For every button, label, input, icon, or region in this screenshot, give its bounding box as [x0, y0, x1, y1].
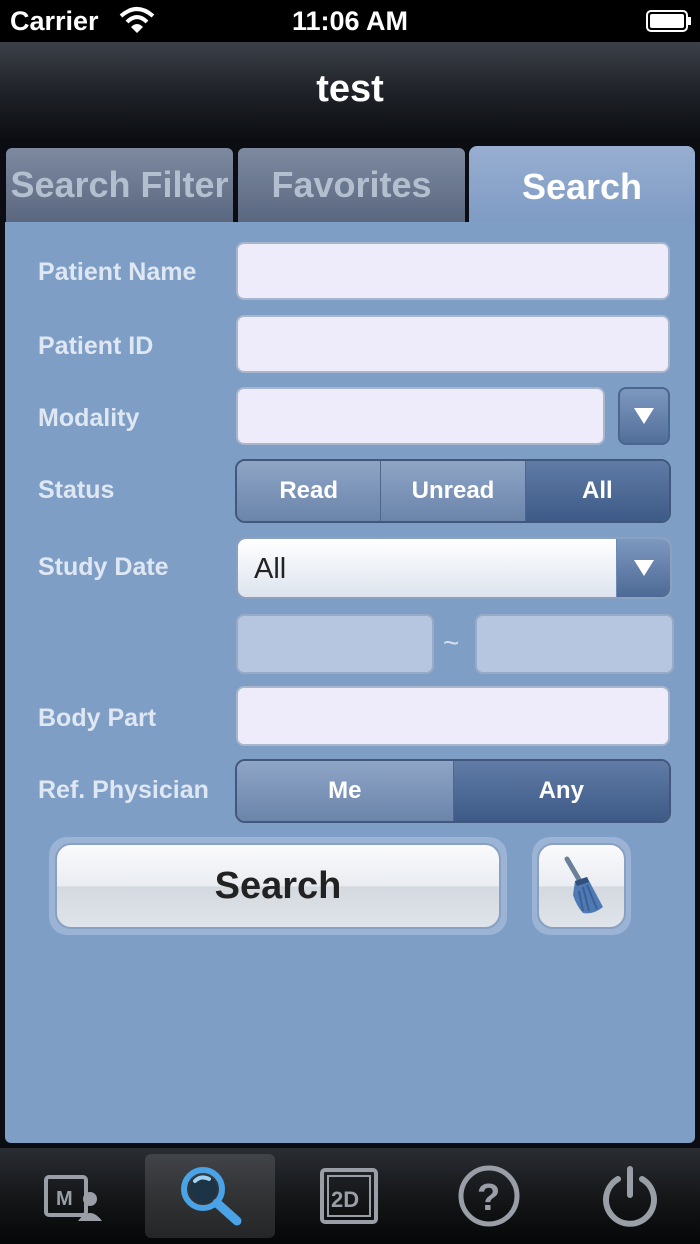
power-icon — [603, 1166, 657, 1227]
study-date-from-input[interactable] — [236, 614, 434, 674]
tabbar-patient-card[interactable]: M — [8, 1154, 138, 1238]
status-bar: Carrier 11:06 AM — [0, 0, 700, 42]
study-date-label: Study Date — [38, 553, 169, 581]
status-unread-option[interactable]: Unread — [381, 461, 526, 521]
tabbar-power[interactable] — [565, 1154, 695, 1238]
magnifier-icon — [181, 1167, 242, 1226]
chevron-down-icon — [634, 408, 654, 424]
study-date-select[interactable]: All — [236, 537, 672, 599]
tabbar-2d-viewer[interactable]: 2D — [284, 1154, 414, 1238]
ref-physician-label: Ref. Physician — [38, 776, 209, 804]
tab-search[interactable]: Search — [469, 146, 695, 228]
status-read-option[interactable]: Read — [237, 461, 382, 521]
status-label: Status — [38, 476, 115, 504]
svg-text:2D: 2D — [331, 1187, 359, 1212]
tab-favorites[interactable]: Favorites — [236, 146, 467, 224]
battery-icon — [646, 10, 691, 32]
clear-button-frame — [532, 837, 631, 935]
modality-input[interactable] — [236, 387, 605, 445]
ref-physician-any-option[interactable]: Any — [453, 761, 669, 821]
search-button-frame: Search — [49, 837, 507, 935]
broom-icon — [564, 856, 603, 914]
patient-name-label: Patient Name — [38, 258, 197, 286]
patient-id-label: Patient ID — [38, 332, 154, 360]
page-title: test — [316, 68, 384, 110]
status-segmented-control: Read Unread All — [235, 459, 671, 523]
status-all-option[interactable]: All — [525, 461, 669, 521]
tabbar-search[interactable] — [145, 1154, 275, 1238]
search-button[interactable]: Search — [55, 843, 501, 929]
ref-physician-me-option[interactable]: Me — [237, 761, 454, 821]
study-date-value: All — [254, 553, 287, 585]
bottom-tab-bar: M 2D ? — [0, 1148, 700, 1244]
patient-card-icon: M — [44, 1175, 102, 1221]
help-icon: ? — [458, 1165, 520, 1227]
svg-text:?: ? — [477, 1177, 500, 1219]
body-part-input[interactable] — [236, 686, 670, 746]
chevron-down-icon — [633, 560, 654, 576]
tab-strip: Search Filter Favorites Search — [0, 142, 700, 228]
body-part-label: Body Part — [38, 704, 157, 732]
search-panel: Patient Name Patient ID Modality Status … — [5, 222, 695, 1143]
modality-dropdown-button[interactable] — [618, 387, 670, 445]
navigation-bar: test — [0, 42, 700, 142]
clear-button[interactable] — [537, 843, 626, 929]
tabbar-help[interactable]: ? — [424, 1154, 554, 1238]
tab-search-filter[interactable]: Search Filter — [4, 146, 235, 224]
patient-name-input[interactable] — [236, 242, 670, 300]
modality-label: Modality — [38, 404, 140, 432]
date-range-separator: ~ — [443, 627, 460, 658]
svg-text:M: M — [56, 1188, 73, 1210]
study-date-to-input[interactable] — [475, 614, 674, 674]
ref-physician-segmented-control: Me Any — [235, 759, 671, 823]
2d-viewer-icon: 2D — [320, 1168, 378, 1224]
patient-id-input[interactable] — [236, 315, 670, 373]
study-date-dropdown-button[interactable] — [616, 539, 670, 597]
clock: 11:06 AM — [291, 6, 409, 36]
